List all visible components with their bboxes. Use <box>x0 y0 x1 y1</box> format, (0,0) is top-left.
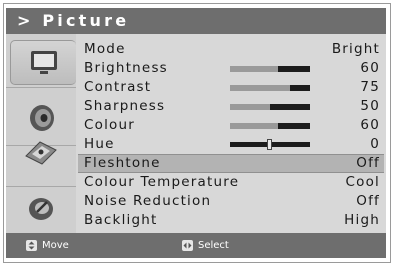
menu-row-hue[interactable]: Hue 0 <box>78 135 384 154</box>
menu-row-value: Off <box>356 155 380 171</box>
picture-icon <box>30 50 57 74</box>
tab-separator <box>6 186 76 187</box>
menu-row-value: Cool <box>345 174 380 190</box>
select-hint: Select <box>182 240 229 251</box>
tab-separator <box>6 87 76 88</box>
tab-channel[interactable] <box>6 132 76 170</box>
menu-row-value: Bright <box>331 41 380 57</box>
title-bar: > Picture <box>6 8 386 34</box>
slider-fill <box>230 123 278 129</box>
menu-row-value: 75 <box>360 79 380 95</box>
menu-row-label: Backlight <box>84 212 158 228</box>
category-sidebar <box>6 34 76 233</box>
menu-row-label: Sharpness <box>84 98 166 114</box>
menu-row-label: Colour Temperature <box>84 174 240 190</box>
menu-row-noise-reduction[interactable]: Noise Reduction Off <box>78 192 384 211</box>
contrast-slider[interactable] <box>230 85 310 91</box>
menu-row-label: Noise Reduction <box>84 193 212 209</box>
slider-fill <box>230 85 290 91</box>
slider-fill <box>230 104 270 110</box>
sharpness-slider[interactable] <box>230 104 310 110</box>
menu-row-label: Colour <box>84 117 136 133</box>
menu-row-fleshtone[interactable]: Fleshtone Off <box>78 154 384 173</box>
footer-hints: Move Select <box>6 233 386 258</box>
menu-row-label: Brightness <box>84 60 168 76</box>
menu-row-value: 60 <box>360 60 380 76</box>
menu-row-value: 0 <box>370 136 380 152</box>
select-label: Select <box>198 240 229 251</box>
menu-row-brightness[interactable]: Brightness 60 <box>78 59 384 78</box>
menu-row-colour[interactable]: Colour 60 <box>78 116 384 135</box>
tab-picture[interactable] <box>10 40 76 85</box>
colour-slider[interactable] <box>230 123 310 129</box>
menu-row-label: Fleshtone <box>84 155 161 171</box>
enter-button-icon <box>182 240 193 251</box>
move-label: Move <box>42 240 69 251</box>
hue-knob[interactable] <box>267 139 272 150</box>
hue-slider[interactable] <box>230 139 310 150</box>
menu-row-label: Mode <box>84 41 126 57</box>
menu-row-value: High <box>344 212 380 228</box>
menu-row-colour-temperature[interactable]: Colour Temperature Cool <box>78 173 384 192</box>
updown-arrow-icon <box>26 240 37 251</box>
tab-setup[interactable] <box>6 189 76 227</box>
menu-row-label: Contrast <box>84 79 152 95</box>
sound-icon <box>30 105 54 131</box>
menu-row-value: 50 <box>360 98 380 114</box>
satellite-icon <box>25 141 57 165</box>
menu-row-mode[interactable]: Mode Bright <box>78 40 384 59</box>
menu-row-backlight[interactable]: Backlight High <box>78 211 384 230</box>
setup-icon <box>29 198 53 220</box>
menu-row-sharpness[interactable]: Sharpness 50 <box>78 97 384 116</box>
move-hint: Move <box>26 240 69 251</box>
menu-row-value: 60 <box>360 117 380 133</box>
menu-row-label: Hue <box>84 136 115 152</box>
menu-title: > Picture <box>17 11 130 30</box>
menu-row-contrast[interactable]: Contrast 75 <box>78 78 384 97</box>
brightness-slider[interactable] <box>230 66 310 72</box>
menu-row-value: Off <box>356 193 380 209</box>
slider-fill <box>230 66 278 72</box>
